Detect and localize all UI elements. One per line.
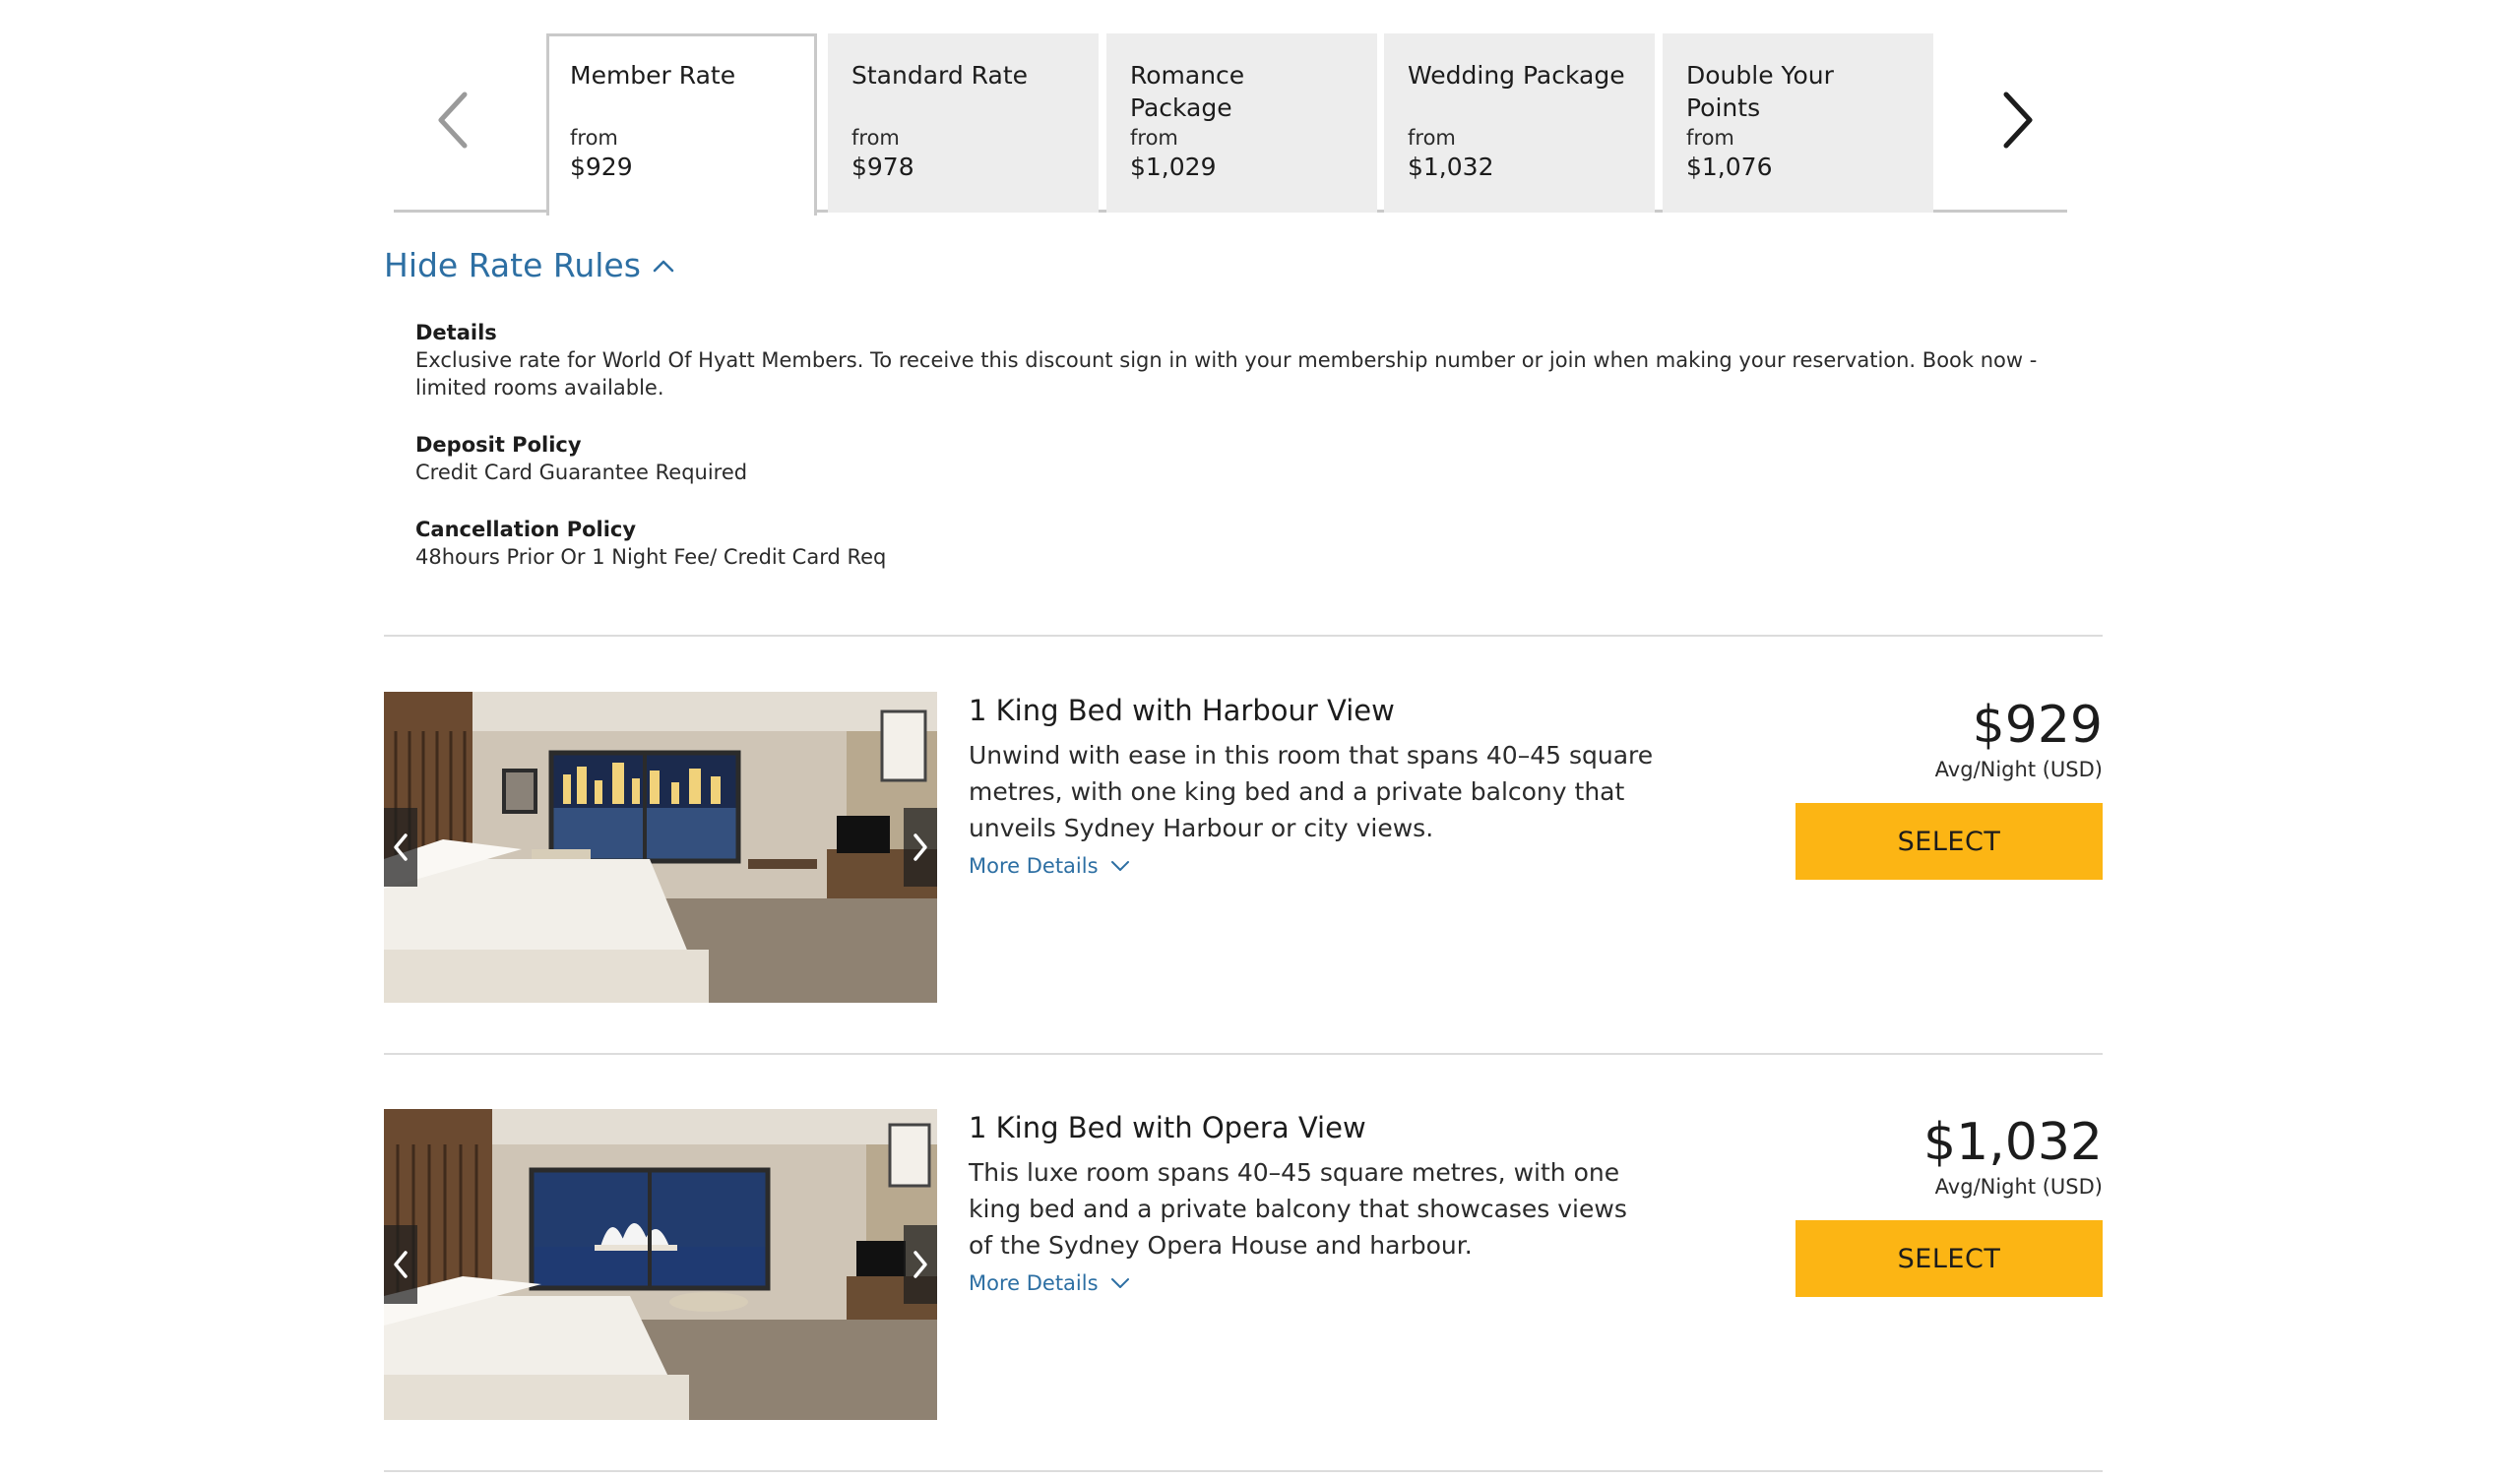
tabs-next-button[interactable] <box>1979 81 2057 159</box>
room-description: This luxe room spans 40–45 square metres… <box>969 1158 1627 1260</box>
tab-name: Wedding Package <box>1408 61 1625 90</box>
tab-double-your-points[interactable]: Double Your Points from $1,076 <box>1663 33 1933 213</box>
rule-cancellation-policy: Cancellation Policy 48hours Prior Or 1 N… <box>415 516 2049 571</box>
tab-name: Double Your Points <box>1686 61 1834 122</box>
tab-price: $1,029 <box>1130 153 1217 181</box>
chevron-right-icon <box>914 1251 927 1278</box>
divider <box>384 635 2103 637</box>
divider <box>384 1470 2103 1472</box>
room-info: 1 King Bed with Harbour View Unwind with… <box>969 692 1658 878</box>
page: Member Rate from $929 Standard Rate from… <box>0 0 2520 1480</box>
tab-price: $978 <box>851 153 914 181</box>
tab-price: $1,076 <box>1686 153 1773 181</box>
room-price: $1,032 <box>1923 1113 2103 1172</box>
chevron-down-icon <box>1110 861 1129 871</box>
hide-rate-rules-toggle[interactable]: Hide Rate Rules <box>384 246 674 284</box>
room-price-note: Avg/Night (USD) <box>1934 1175 2103 1199</box>
rule-title: Details <box>415 321 497 344</box>
rule-title: Cancellation Policy <box>415 518 637 541</box>
room-photo-image <box>384 1109 937 1420</box>
chevron-left-icon <box>438 92 468 149</box>
chevron-left-icon <box>394 833 408 861</box>
photo-next-button[interactable] <box>904 1225 937 1304</box>
select-button[interactable]: SELECT <box>1796 1220 2103 1297</box>
tab-price: $1,032 <box>1408 153 1494 181</box>
rate-rules-panel: Details Exclusive rate for World Of Hyat… <box>415 319 2049 600</box>
tab-standard-rate[interactable]: Standard Rate from $978 <box>828 33 1099 213</box>
tab-name: Member Rate <box>570 61 736 90</box>
divider <box>384 1053 2103 1055</box>
select-button[interactable]: SELECT <box>1796 803 2103 880</box>
tab-from-label: from <box>1408 126 1456 150</box>
tab-from-label: from <box>570 126 618 150</box>
room-card: 1 King Bed with Opera View This luxe roo… <box>384 1109 2103 1420</box>
room-title: 1 King Bed with Opera View <box>969 1111 1366 1144</box>
rules-toggle-label: Hide Rate Rules <box>384 246 641 284</box>
rule-text: 48hours Prior Or 1 Night Fee/ Credit Car… <box>415 545 887 569</box>
rule-details: Details Exclusive rate for World Of Hyat… <box>415 319 2049 401</box>
room-price-box: $929 Avg/Night (USD) <box>1788 692 2103 782</box>
room-info: 1 King Bed with Opera View This luxe roo… <box>969 1109 1658 1295</box>
more-details-link[interactable]: More Details <box>969 854 1130 878</box>
room-description: Unwind with ease in this room that spans… <box>969 741 1654 842</box>
photo-next-button[interactable] <box>904 808 937 887</box>
more-details-label: More Details <box>969 854 1099 878</box>
tab-name: Romance Package <box>1130 61 1245 122</box>
room-price: $929 <box>1972 696 2103 755</box>
rule-text: Exclusive rate for World Of Hyatt Member… <box>415 348 2038 400</box>
photo-prev-button[interactable] <box>384 808 417 887</box>
room-price-box: $1,032 Avg/Night (USD) <box>1788 1109 2103 1200</box>
tab-romance-package[interactable]: Romance Package from $1,029 <box>1106 33 1377 213</box>
rule-title: Deposit Policy <box>415 433 582 457</box>
tab-from-label: from <box>851 126 900 150</box>
chevron-up-icon <box>653 260 674 272</box>
rule-text: Credit Card Guarantee Required <box>415 461 748 484</box>
tab-from-label: from <box>1686 126 1734 150</box>
photo-prev-button[interactable] <box>384 1225 417 1304</box>
chevron-down-icon <box>1110 1278 1129 1288</box>
tab-name: Standard Rate <box>851 61 1029 90</box>
room-photo-image <box>384 692 937 1003</box>
chevron-left-icon <box>394 1251 408 1278</box>
more-details-label: More Details <box>969 1271 1099 1295</box>
tab-wedding-package[interactable]: Wedding Package from $1,032 <box>1384 33 1655 213</box>
room-photo <box>384 1109 937 1420</box>
tabs-prev-button[interactable] <box>413 81 492 159</box>
room-price-note: Avg/Night (USD) <box>1934 758 2103 781</box>
chevron-right-icon <box>914 833 927 861</box>
rule-deposit-policy: Deposit Policy Credit Card Guarantee Req… <box>415 431 2049 486</box>
more-details-link[interactable]: More Details <box>969 1271 1130 1295</box>
chevron-right-icon <box>2003 92 2033 149</box>
tab-member-rate[interactable]: Member Rate from $929 <box>546 33 817 216</box>
rate-tabs: Member Rate from $929 Standard Rate from… <box>394 33 2067 216</box>
room-card: 1 King Bed with Harbour View Unwind with… <box>384 692 2103 1003</box>
tab-price: $929 <box>570 153 633 181</box>
tab-from-label: from <box>1130 126 1178 150</box>
room-title: 1 King Bed with Harbour View <box>969 694 1395 727</box>
room-photo <box>384 692 937 1003</box>
